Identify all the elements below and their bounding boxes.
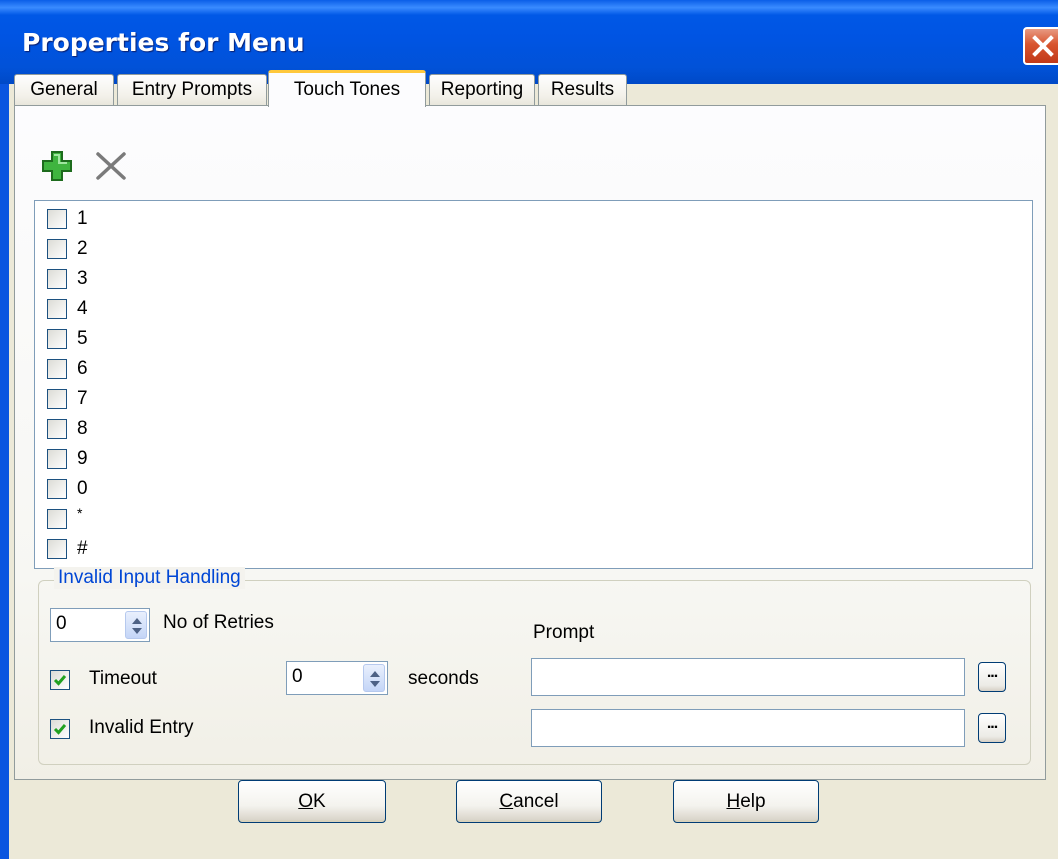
tone-label: * bbox=[77, 504, 83, 521]
seconds-label: seconds bbox=[408, 668, 479, 689]
cancel-label-rest: ancel bbox=[513, 791, 559, 812]
list-item[interactable]: 8 bbox=[47, 414, 88, 443]
list-item[interactable]: 0 bbox=[47, 474, 88, 503]
tone-label: 9 bbox=[77, 447, 88, 469]
tone-checkbox[interactable] bbox=[47, 448, 67, 469]
tone-checkbox[interactable] bbox=[47, 238, 67, 259]
tone-checkbox[interactable] bbox=[47, 478, 67, 499]
tab-results[interactable]: Results bbox=[538, 74, 627, 105]
tone-checkbox[interactable] bbox=[47, 538, 67, 559]
checkmark-icon bbox=[53, 724, 67, 735]
prompt-header: Prompt bbox=[533, 622, 595, 643]
checkmark-icon bbox=[53, 675, 67, 686]
list-item[interactable]: 1 bbox=[47, 204, 88, 233]
delete-icon bbox=[96, 152, 126, 180]
timeout-label: Timeout bbox=[89, 668, 157, 689]
window-frame-left bbox=[0, 84, 9, 859]
spinner-arrows[interactable] bbox=[125, 611, 147, 639]
up-down-arrow-icon bbox=[370, 671, 380, 687]
tone-label: 4 bbox=[77, 297, 88, 319]
list-item[interactable]: * bbox=[47, 504, 82, 533]
close-button[interactable] bbox=[1023, 27, 1058, 65]
tab-entry-prompts[interactable]: Entry Prompts bbox=[117, 74, 267, 105]
cancel-mnemonic: C bbox=[499, 791, 514, 812]
ok-label-rest: K bbox=[313, 791, 326, 812]
tone-label: 6 bbox=[77, 357, 88, 379]
list-item[interactable]: 9 bbox=[47, 444, 88, 473]
tone-label: 2 bbox=[77, 237, 88, 259]
list-item[interactable]: # bbox=[47, 534, 88, 563]
list-item[interactable]: 3 bbox=[47, 264, 88, 293]
invalid-entry-label: Invalid Entry bbox=[89, 717, 194, 738]
timeout-value[interactable]: 0 bbox=[292, 666, 303, 688]
timeout-prompt-field[interactable] bbox=[531, 658, 965, 696]
ok-button[interactable]: OK bbox=[238, 780, 386, 823]
tone-checkbox[interactable] bbox=[47, 508, 67, 529]
spinner-arrows[interactable] bbox=[363, 664, 385, 692]
list-item[interactable]: 2 bbox=[47, 234, 88, 263]
groupbox-legend: Invalid Input Handling bbox=[54, 567, 245, 589]
tab-reporting[interactable]: Reporting bbox=[429, 74, 535, 105]
tone-label: 7 bbox=[77, 387, 88, 409]
retries-spinner[interactable]: 0 bbox=[50, 608, 150, 642]
retries-label: No of Retries bbox=[163, 612, 274, 633]
tab-general[interactable]: General bbox=[14, 74, 114, 105]
tone-label: 0 bbox=[77, 477, 88, 499]
list-item[interactable]: 6 bbox=[47, 354, 88, 383]
touch-tone-list[interactable]: 1 2 3 4 5 6 7 8 9 0 * # bbox=[34, 200, 1033, 569]
cancel-button[interactable]: Cancel bbox=[456, 780, 602, 823]
list-item[interactable]: 4 bbox=[47, 294, 88, 323]
tone-checkbox[interactable] bbox=[47, 358, 67, 379]
invalid-entry-checkbox[interactable] bbox=[50, 719, 70, 739]
help-mnemonic: H bbox=[726, 791, 741, 812]
help-label-rest: elp bbox=[740, 791, 766, 812]
timeout-checkbox[interactable] bbox=[50, 670, 70, 690]
tone-label: 1 bbox=[77, 207, 88, 229]
tone-checkbox[interactable] bbox=[47, 328, 67, 349]
timeout-browse-button[interactable]: ... bbox=[978, 662, 1006, 692]
list-item[interactable]: 5 bbox=[47, 324, 88, 353]
timeout-spinner[interactable]: 0 bbox=[286, 661, 388, 695]
up-down-arrow-icon bbox=[132, 618, 142, 634]
add-tone-button[interactable] bbox=[40, 150, 74, 182]
delete-tone-button[interactable] bbox=[94, 150, 128, 182]
tone-label: 8 bbox=[77, 417, 88, 439]
plus-icon bbox=[42, 151, 72, 181]
tab-touch-tones[interactable]: Touch Tones bbox=[268, 70, 426, 107]
tone-checkbox[interactable] bbox=[47, 388, 67, 409]
tone-checkbox[interactable] bbox=[47, 208, 67, 229]
tone-checkbox[interactable] bbox=[47, 268, 67, 289]
invalid-entry-browse-button[interactable]: ... bbox=[978, 713, 1006, 743]
retries-value[interactable]: 0 bbox=[56, 613, 67, 635]
tone-checkbox[interactable] bbox=[47, 298, 67, 319]
window-title: Properties for Menu bbox=[22, 28, 305, 57]
close-icon bbox=[1032, 35, 1054, 57]
tone-label: # bbox=[77, 537, 88, 559]
tone-label: 5 bbox=[77, 327, 88, 349]
tone-checkbox[interactable] bbox=[47, 418, 67, 439]
list-item[interactable]: 7 bbox=[47, 384, 88, 413]
help-button[interactable]: Help bbox=[673, 780, 819, 823]
ok-mnemonic: O bbox=[298, 791, 314, 812]
tone-label: 3 bbox=[77, 267, 88, 289]
invalid-entry-prompt-field[interactable] bbox=[531, 709, 965, 747]
